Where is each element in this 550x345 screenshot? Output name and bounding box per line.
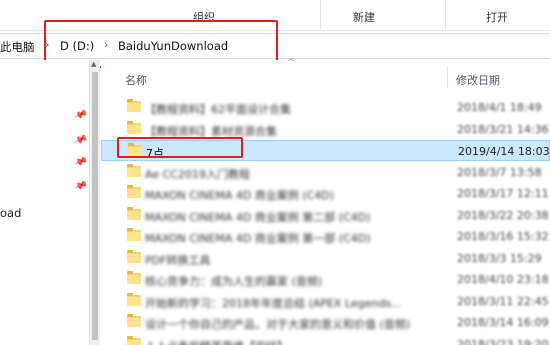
- folder-icon: [127, 228, 141, 241]
- file-name: 开始新的学习：2018年年度总结 (APEX Legends...: [145, 296, 402, 310]
- folder-icon: [127, 271, 141, 284]
- file-name: 设计一个你自己的产品，对于大家的意义和价值 (音频): [145, 318, 411, 331]
- file-name: MAXON CINEMA 4D 商业案例 第二部 (C4D): [145, 210, 371, 224]
- file-date-modified: 2018/4/10 23:18: [457, 273, 549, 286]
- folder-icon: [128, 143, 142, 156]
- table-row[interactable]: MAXON CINEMA 4D 商业案例 第二部 (C4D) 2018/3/22 …: [101, 205, 550, 226]
- file-date-modified: 2018/3/21 14:36: [457, 122, 549, 136]
- pin-icon[interactable]: 📌: [72, 179, 87, 194]
- folder-icon: [127, 314, 141, 327]
- file-date-modified: 2018/4/1 18:49: [457, 101, 542, 114]
- file-date-modified: 2018/3/17 12:11: [457, 187, 549, 200]
- folder-icon: [127, 249, 141, 263]
- ribbon-group-new[interactable]: 新建: [353, 9, 375, 25]
- file-name: MAXON CINEMA 4D 商业案例 第一部 (C4D): [145, 232, 371, 245]
- pin-icon[interactable]: 📌: [72, 155, 87, 170]
- pin-icon[interactable]: 📌: [72, 108, 87, 123]
- file-date-modified: 2018/3/23 19:20: [457, 337, 549, 345]
- folder-icon: [127, 292, 141, 306]
- file-list-header: ^ 名称 修改日期: [101, 58, 550, 90]
- file-date-modified: 2018/3/16 15:32: [457, 230, 549, 243]
- sort-caret-icon: ^: [287, 58, 295, 68]
- table-row[interactable]: PDF转换工具 2018/3/3 15:29: [101, 248, 550, 269]
- table-row[interactable]: 开始新的学习：2018年年度总结 (APEX Legends... 2018/3/…: [101, 291, 550, 312]
- file-date-modified: 2018/3/22 20:38: [457, 208, 549, 222]
- folder-icon: [127, 99, 141, 112]
- folder-icon: [127, 335, 141, 345]
- table-row[interactable]: 7点 2019/4/14 18:03: [101, 140, 550, 161]
- column-divider[interactable]: [447, 66, 448, 88]
- column-header-date-modified[interactable]: 修改日期: [456, 72, 500, 88]
- nav-item-downloads[interactable]: oad: [0, 206, 21, 220]
- breadcrumb-this-pc[interactable]: 此电脑: [0, 39, 35, 55]
- table-row[interactable]: 设计一个你自己的产品，对于大家的意义和价值 (音频) 2018/3/14 16:0…: [101, 312, 550, 333]
- chevron-right-icon[interactable]: ›: [104, 38, 108, 51]
- address-bar[interactable]: 此电脑 › D (D:) › BaiduYunDownload: [0, 33, 550, 59]
- ribbon-divider: [445, 0, 446, 31]
- table-row[interactable]: 【教程资料】62平面设计合集 2018/4/1 18:49: [101, 97, 550, 118]
- file-date-modified: 2018/3/3 15:29: [457, 251, 542, 265]
- scroll-up-icon[interactable]: ▲: [91, 60, 96, 68]
- file-date-modified: 2019/4/14 18:03: [458, 145, 550, 158]
- file-list: 【教程资料】62平面设计合集 2018/4/1 18:49 【教程资料】素材资源合集…: [101, 97, 550, 345]
- table-row[interactable]: MAXON CINEMA 4D 商业案例 (C4D) 2018/3/17 12:1…: [101, 183, 550, 204]
- file-name: 人人必备的精英思维【完结】: [145, 338, 445, 345]
- table-row[interactable]: 核心竞争力：成为人生的赢家 (音频) 2018/4/10 23:18: [101, 269, 550, 290]
- file-name: Ae CC2019入门教程: [145, 167, 250, 181]
- folder-icon: [127, 206, 141, 220]
- table-row[interactable]: 人人必备的精英思维【完结】 2018/3/23 19:20: [101, 334, 550, 345]
- table-row[interactable]: 【教程资料】素材资源合集 2018/3/21 14:36: [101, 119, 550, 140]
- file-date-modified: 2018/3/14 16:09: [457, 316, 549, 329]
- folder-icon: [127, 120, 141, 134]
- navigation-scrollbar[interactable]: ▲: [89, 60, 100, 345]
- ribbon-group-open[interactable]: 打开: [486, 9, 508, 25]
- file-name: 7点: [146, 147, 164, 160]
- file-name: 【教程资料】62平面设计合集: [145, 103, 291, 116]
- folder-icon: [127, 185, 141, 198]
- ribbon-divider: [320, 0, 321, 31]
- ribbon-group-organize[interactable]: 组织: [193, 9, 215, 25]
- file-name: PDF转换工具: [145, 253, 211, 267]
- file-date-modified: 2018/3/11 22:45: [457, 294, 549, 308]
- chevron-right-icon[interactable]: ›: [45, 38, 49, 51]
- breadcrumb-drive-d[interactable]: D (D:): [60, 39, 94, 53]
- file-date-modified: 2018/3/7 13:58: [457, 165, 542, 179]
- file-name: MAXON CINEMA 4D 商业案例 (C4D): [145, 189, 335, 202]
- pin-icon[interactable]: 📌: [72, 133, 87, 148]
- file-name: 核心竞争力：成为人生的赢家 (音频): [145, 275, 323, 288]
- navigation-pane: 📌 📌 📌 📌: [0, 60, 100, 345]
- file-name: 【教程资料】素材资源合集: [145, 124, 277, 138]
- column-header-name[interactable]: 名称: [125, 72, 147, 88]
- table-row[interactable]: MAXON CINEMA 4D 商业案例 第一部 (C4D) 2018/3/16 …: [101, 226, 550, 247]
- breadcrumb-current-folder[interactable]: BaiduYunDownload: [118, 39, 228, 53]
- scrollbar-thumb[interactable]: [92, 72, 98, 340]
- ribbon-bar: 组织 新建 打开: [0, 0, 550, 31]
- folder-icon: [127, 163, 141, 177]
- table-row[interactable]: Ae CC2019入门教程 2018/3/7 13:58: [101, 162, 550, 183]
